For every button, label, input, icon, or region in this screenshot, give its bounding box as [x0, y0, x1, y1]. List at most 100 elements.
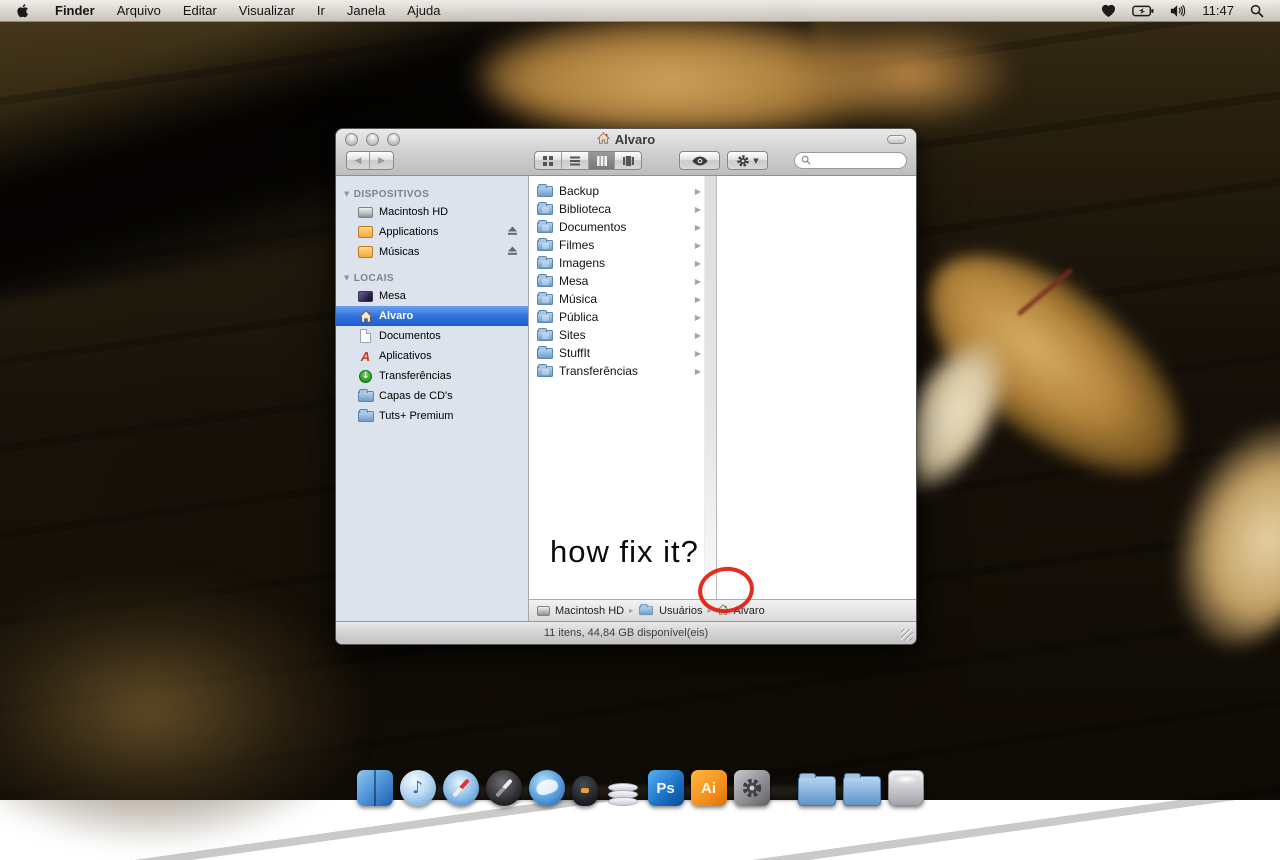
- menu-ir[interactable]: Ir: [306, 0, 336, 22]
- resize-grip[interactable]: [901, 629, 913, 641]
- chevron-right-icon: ▶: [695, 349, 702, 358]
- column-view-button[interactable]: [588, 152, 615, 169]
- sidebar-section-devices[interactable]: ▼ DISPOSITIVOS: [336, 186, 528, 202]
- window-chrome: Alvaro ◀ ▶: [336, 129, 916, 176]
- status-bar: 11 itens, 44,84 GB disponível(eis): [336, 621, 916, 644]
- chevron-down-icon: ▼: [753, 157, 758, 165]
- leaves-top-right: [800, 20, 1020, 130]
- sidebar-item-transferencias[interactable]: ↓ Transferências: [336, 366, 528, 386]
- menu-arquivo[interactable]: Arquivo: [106, 0, 172, 22]
- folder-icon: [537, 222, 553, 233]
- spotlight-icon[interactable]: [1250, 4, 1264, 18]
- path-segment-usuarios[interactable]: Usuários: [638, 605, 702, 617]
- annotation-text: how fix it?: [550, 534, 699, 570]
- documents-folder-dock-icon[interactable]: [843, 776, 881, 806]
- folder-row-imagens[interactable]: Imagens ▶: [529, 254, 704, 272]
- chevron-right-icon: ▶: [695, 187, 702, 196]
- folder-row-backup[interactable]: Backup ▶: [529, 182, 704, 200]
- desktop-icon: [358, 289, 373, 304]
- hard-drive-icon: [537, 606, 550, 616]
- eject-icon[interactable]: [507, 226, 518, 239]
- menu-janela[interactable]: Janela: [336, 0, 396, 22]
- sidebar-item-macintosh-hd[interactable]: Macintosh HD: [336, 202, 528, 222]
- sidebar-item-mesa[interactable]: Mesa: [336, 286, 528, 306]
- folder-row-documentos[interactable]: Documentos ▶: [529, 218, 704, 236]
- thunderbird-dock-icon[interactable]: [529, 770, 565, 806]
- title-bar[interactable]: Alvaro: [336, 129, 916, 150]
- sidebar-item-capas-de-cds[interactable]: Capas de CD's: [336, 386, 528, 406]
- column-2-empty[interactable]: [716, 176, 916, 599]
- sidebar: ▼ DISPOSITIVOS Macintosh HD Applications…: [336, 176, 529, 621]
- dock: ♪ Ps Ai: [0, 754, 1280, 800]
- back-button[interactable]: ◀: [347, 152, 370, 169]
- folder-row-musica[interactable]: Música ▶: [529, 290, 704, 308]
- chevron-right-icon: ▶: [695, 367, 702, 376]
- path-segment-macintosh-hd[interactable]: Macintosh HD: [537, 605, 624, 617]
- volume-icon[interactable]: [1170, 4, 1186, 18]
- sidebar-item-alvaro[interactable]: Alvaro: [336, 306, 528, 326]
- heart-icon[interactable]: [1101, 4, 1116, 18]
- sidebar-item-musicas-disk[interactable]: Músicas: [336, 242, 528, 262]
- window-title: Alvaro: [615, 132, 655, 147]
- dark-compass-dock-icon[interactable]: [486, 770, 522, 806]
- finder-window: Alvaro ◀ ▶: [335, 128, 917, 645]
- sidebar-item-tuts-premium[interactable]: Tuts+ Premium: [336, 406, 528, 426]
- battery-icon[interactable]: [1132, 5, 1154, 17]
- folder-row-mesa[interactable]: Mesa ▶: [529, 272, 704, 290]
- sidebar-section-locais[interactable]: ▼ LOCAIS: [336, 270, 528, 286]
- safari-dock-icon[interactable]: [443, 770, 479, 806]
- stacks-dock-icon[interactable]: [605, 770, 641, 806]
- menu-editar[interactable]: Editar: [172, 0, 228, 22]
- folder-row-filmes[interactable]: Filmes ▶: [529, 236, 704, 254]
- photoshop-dock-icon[interactable]: Ps: [648, 770, 684, 806]
- minimize-button[interactable]: [366, 133, 379, 146]
- chevron-right-icon: ▶: [695, 241, 702, 250]
- list-view-button[interactable]: [561, 152, 588, 169]
- toolbar-toggle-button[interactable]: [887, 135, 906, 144]
- folder-icon: [537, 258, 553, 269]
- sidebar-item-aplicativos[interactable]: A Aplicativos: [336, 346, 528, 366]
- gear-icon: [736, 154, 750, 168]
- menu-ajuda[interactable]: Ajuda: [396, 0, 451, 22]
- folder-icon: [537, 240, 553, 251]
- menu-bar: Finder Arquivo Editar Visualizar Ir Jane…: [0, 0, 1280, 22]
- chevron-right-icon: ▶: [695, 295, 702, 304]
- menu-bar-clock[interactable]: 11:47: [1202, 3, 1234, 18]
- path-separator-icon: ▸: [629, 606, 633, 615]
- system-preferences-dock-icon[interactable]: [734, 770, 770, 806]
- menu-visualizar[interactable]: Visualizar: [228, 0, 306, 22]
- disclosure-triangle-icon[interactable]: ▼: [344, 190, 350, 198]
- search-input[interactable]: [815, 155, 895, 167]
- disclosure-triangle-icon[interactable]: ▼: [344, 274, 350, 282]
- chevron-right-icon: ▶: [695, 205, 702, 214]
- folder-row-publica[interactable]: Pública ▶: [529, 308, 704, 326]
- coverflow-view-button[interactable]: [614, 152, 641, 169]
- search-icon: [801, 152, 811, 170]
- sidebar-item-applications-disk[interactable]: Applications: [336, 222, 528, 242]
- folder-row-biblioteca[interactable]: Biblioteca ▶: [529, 200, 704, 218]
- hard-drive-icon: [358, 205, 373, 220]
- toolbar-search[interactable]: [794, 152, 907, 169]
- itunes-dock-icon[interactable]: ♪: [400, 770, 436, 806]
- folder-row-stuffit[interactable]: StuffIt ▶: [529, 344, 704, 362]
- finder-dock-icon[interactable]: [357, 770, 393, 806]
- column-scrollbar[interactable]: [704, 176, 716, 599]
- zoom-button[interactable]: [387, 133, 400, 146]
- folder-row-sites[interactable]: Sites ▶: [529, 326, 704, 344]
- applications-folder-dock-icon[interactable]: [798, 776, 836, 806]
- apple-menu-icon[interactable]: [16, 3, 30, 19]
- view-switcher: [534, 151, 642, 170]
- eject-icon[interactable]: [507, 246, 518, 259]
- forward-button[interactable]: ▶: [370, 152, 393, 169]
- bird-app-dock-icon[interactable]: [572, 776, 598, 806]
- sidebar-item-documentos[interactable]: Documentos: [336, 326, 528, 346]
- applications-icon: A: [358, 349, 373, 364]
- quick-look-button[interactable]: [679, 151, 720, 170]
- trash-dock-icon[interactable]: [888, 770, 924, 806]
- close-button[interactable]: [345, 133, 358, 146]
- icon-view-button[interactable]: [535, 152, 561, 169]
- menu-finder[interactable]: Finder: [44, 0, 106, 22]
- action-menu-button[interactable]: ▼: [727, 151, 768, 170]
- folder-row-transferencias[interactable]: Transferências ▶: [529, 362, 704, 380]
- illustrator-dock-icon[interactable]: Ai: [691, 770, 727, 806]
